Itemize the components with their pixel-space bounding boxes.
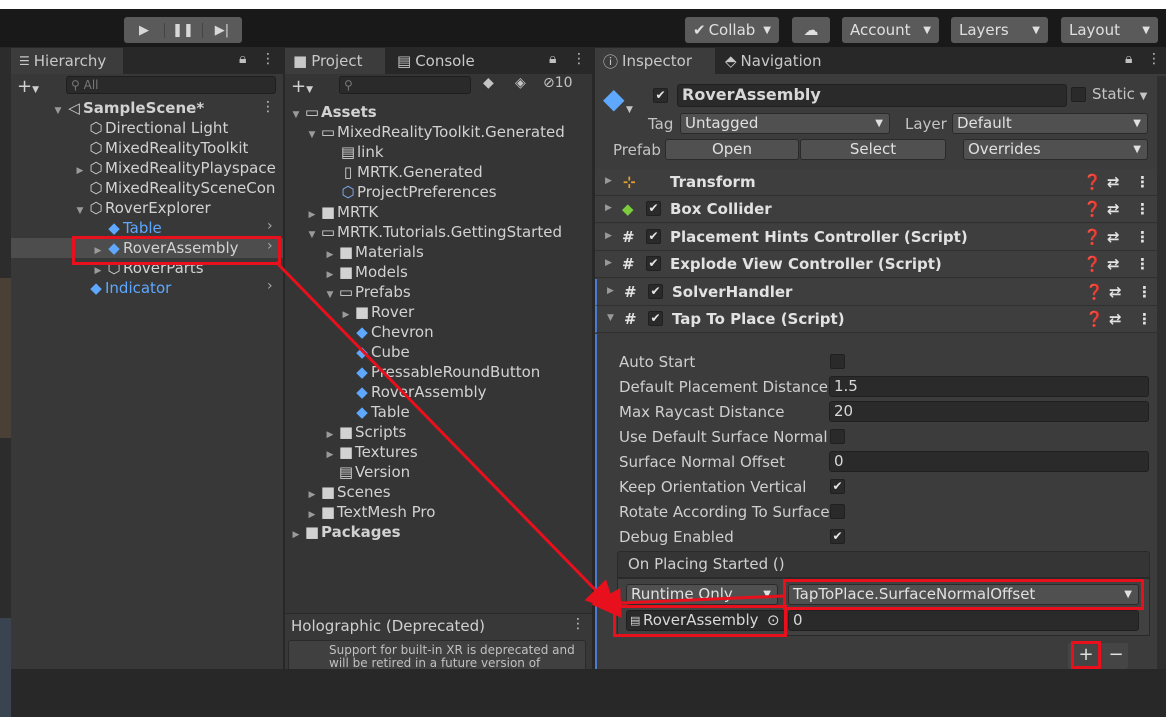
function-arrow	[591, 587, 785, 618]
annotation-arrows	[274, 260, 785, 618]
drag-arrow	[274, 260, 617, 612]
